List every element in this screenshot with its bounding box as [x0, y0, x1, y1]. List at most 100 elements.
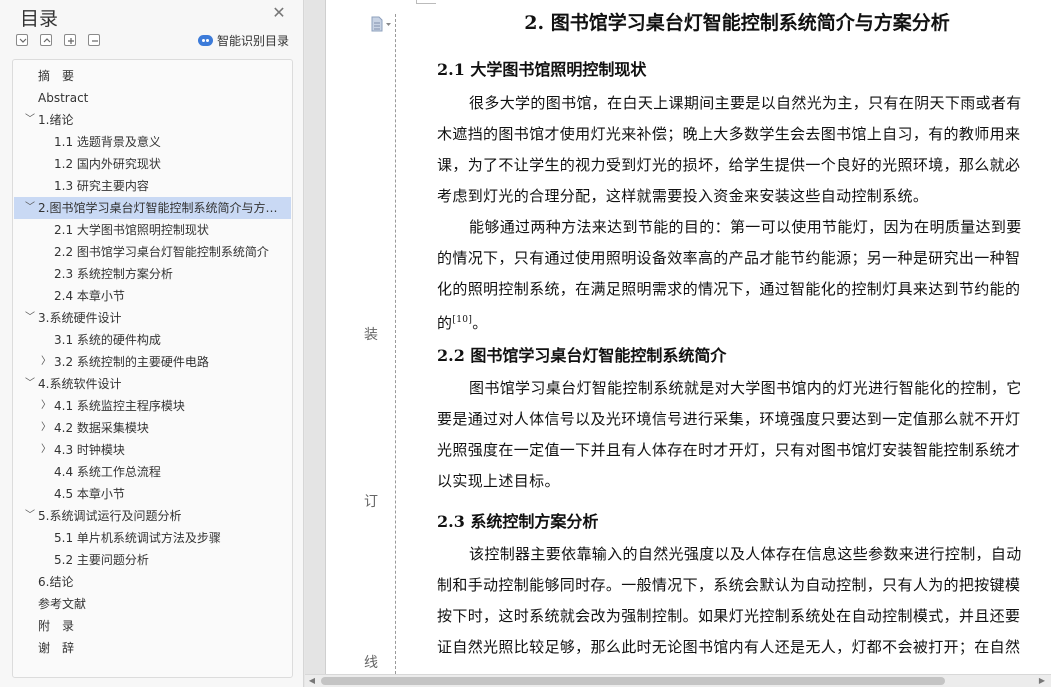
- chevron-down-icon[interactable]: ﹀: [24, 505, 36, 527]
- paragraph-4: 该控制器主要依靠输入的自然光强度以及人体存在信息这些参数来进行控制，自动 制和手…: [437, 539, 1051, 663]
- toc-item[interactable]: ﹀ 5.系统调试运行及问题分析: [14, 505, 291, 527]
- toc-item-label: 4.1 系统监控主程序模块: [54, 399, 185, 413]
- toc-item[interactable]: 附 录: [14, 615, 291, 637]
- toc-item[interactable]: 〉 4.1 系统监控主程序模块: [14, 395, 291, 417]
- toc-item-label: 1.绪论: [38, 113, 74, 127]
- section-heading-2-2: 2.2 图书馆学习桌台灯智能控制系统简介: [437, 346, 727, 365]
- page-corner-mark: [416, 0, 436, 4]
- paragraph-line: 的情况下，只有通过使用照明设备效率高的产品才能节约能源；另一种是研究出一种智: [437, 249, 1021, 267]
- toc-item[interactable]: 2.4 本章小节: [14, 285, 291, 307]
- document-area: 装 订 线 2. 图书馆学习桌台灯智能控制系统简介与方案分析 2.1 大学图书馆…: [305, 0, 1051, 687]
- scroll-right-icon[interactable]: ▶: [1037, 676, 1047, 686]
- paragraph-line: 考虑到灯光的合理分配，这样就需要投入资金来安装这些自动控制系统。: [437, 187, 929, 205]
- toc-item[interactable]: Abstract: [14, 87, 291, 109]
- toc-item[interactable]: 〉 4.2 数据采集模块: [14, 417, 291, 439]
- toc-item-label: 1.2 国内外研究现状: [54, 157, 161, 171]
- toc-item-label: 摘 要: [38, 69, 75, 83]
- paragraph-line: 图书馆学习桌台灯智能控制系统就是对大学图书馆内的灯光进行智能化的控制，它: [469, 379, 1022, 397]
- toc-item[interactable]: 谢 辞: [14, 637, 291, 659]
- paragraph-line: 课，为了不让学生的视力受到灯光的损坏，给学生提供一个良好的光照环境，那么就必: [437, 156, 1021, 174]
- paragraph-line: 证自然光照比较足够，那么此时无论图书馆内有人还是无人，灯都不会被打开；在自然: [437, 638, 1021, 656]
- toc-item-label: 5.2 主要问题分析: [54, 553, 149, 567]
- paragraph-text: 的: [437, 314, 453, 332]
- toc-item-label: 4.2 数据采集模块: [54, 421, 149, 435]
- toc-item-label: 5.1 单片机系统调试方法及步骤: [54, 531, 221, 545]
- toc-item[interactable]: 摘 要: [14, 65, 291, 87]
- chevron-right-icon[interactable]: 〉: [40, 395, 52, 417]
- paragraph-line: 要是通过对人体信号以及光环境信号进行采集，环境强度只要达到一定值那么就不开灯: [437, 410, 1021, 428]
- toc-item-label: 5.系统调试运行及问题分析: [38, 509, 182, 523]
- toc-item-label: 2.4 本章小节: [54, 289, 125, 303]
- toc-item-label: 2.1 大学图书馆照明控制现状: [54, 223, 209, 237]
- paragraph-line: 能够通过两种方法来达到节能的目的：第一可以使用节能灯，因为在明质量达到要: [469, 218, 1022, 236]
- toc-item-label: 6.结论: [38, 575, 74, 589]
- toc-item[interactable]: 1.3 研究主要内容: [14, 175, 291, 197]
- chevron-down-icon[interactable]: ﹀: [24, 197, 36, 219]
- paragraph-3: 图书馆学习桌台灯智能控制系统就是对大学图书馆内的灯光进行智能化的控制，它 要是通…: [437, 373, 1051, 497]
- toc-item[interactable]: 2.3 系统控制方案分析: [14, 263, 291, 285]
- close-icon[interactable]: ✕: [270, 4, 288, 22]
- toc-item-label: 1.1 选题背景及意义: [54, 135, 161, 149]
- paragraph-line: 光照强度在一定值一下并且有人体存在时才开灯，只有对图书馆灯安装智能控制系统才: [437, 441, 1021, 459]
- paragraph-line: 制和手动控制能够同时存。一般情况下，系统会默认为自动控制，只有人为的把按键模: [437, 576, 1021, 594]
- binding-line: [395, 14, 396, 674]
- toc-item[interactable]: 3.1 系统的硬件构成: [14, 329, 291, 351]
- toc-item[interactable]: 2.2 图书馆学习桌台灯智能控制系统简介: [14, 241, 291, 263]
- scrollbar-thumb[interactable]: [321, 677, 945, 685]
- document-outline-icon[interactable]: [370, 16, 394, 32]
- toc-item[interactable]: 〉 3.2 系统控制的主要硬件电路: [14, 351, 291, 373]
- toc-item[interactable]: 5.2 主要问题分析: [14, 549, 291, 571]
- chevron-down-icon[interactable]: ﹀: [24, 109, 36, 131]
- chapter-heading: 2. 图书馆学习桌台灯智能控制系统简介与方案分析: [524, 12, 950, 34]
- remove-heading-icon[interactable]: [88, 34, 100, 46]
- chevron-down-icon[interactable]: ﹀: [24, 373, 36, 395]
- toc-item-label: 4.4 系统工作总流程: [54, 465, 161, 479]
- add-heading-icon[interactable]: [64, 34, 76, 46]
- binding-char-xian: 线: [364, 655, 378, 671]
- toc-item[interactable]: 1.1 选题背景及意义: [14, 131, 291, 153]
- paragraph-line: 以实现上述目标。: [437, 472, 560, 490]
- nav-pane-title: 目录: [20, 8, 59, 30]
- toc-item[interactable]: 参考文献: [14, 593, 291, 615]
- toc-item-label: 4.3 时钟模块: [54, 443, 125, 457]
- toc-item[interactable]: ﹀ 2.图书馆学习桌台灯智能控制系统简介与方案分析: [14, 197, 291, 219]
- toc-item-label: 3.1 系统的硬件构成: [54, 333, 161, 347]
- toc-item[interactable]: ﹀ 3.系统硬件设计: [14, 307, 291, 329]
- toc-item[interactable]: 4.4 系统工作总流程: [14, 461, 291, 483]
- toc-item[interactable]: 4.5 本章小节: [14, 483, 291, 505]
- binding-char-zhuang: 装: [364, 327, 378, 343]
- toc-item-label: 参考文献: [38, 597, 87, 611]
- chevron-right-icon[interactable]: 〉: [40, 439, 52, 461]
- horizontal-scrollbar[interactable]: ◀ ▶: [305, 674, 1051, 687]
- collapse-all-icon[interactable]: [16, 34, 28, 46]
- paragraph-text: 。: [472, 314, 488, 332]
- citation-reference[interactable]: [10]: [452, 315, 472, 325]
- toc-item[interactable]: 〉 4.3 时钟模块: [14, 439, 291, 461]
- expand-all-icon[interactable]: [40, 34, 52, 46]
- chevron-right-icon[interactable]: 〉: [40, 351, 52, 373]
- toc-item-label: 3.2 系统控制的主要硬件电路: [54, 355, 209, 369]
- paragraph-2: 能够通过两种方法来达到节能的目的：第一可以使用节能灯，因为在明质量达到要 的情况…: [437, 212, 1051, 336]
- toc-item-label: 2.图书馆学习桌台灯智能控制系统简介与方案分析: [38, 201, 286, 215]
- toc-item[interactable]: 5.1 单片机系统调试方法及步骤: [14, 527, 291, 549]
- toc-item-label: 2.2 图书馆学习桌台灯智能控制系统简介: [54, 245, 269, 259]
- toc-item-label: 谢 辞: [38, 641, 75, 655]
- toc-item-label: Abstract: [38, 91, 89, 105]
- toc-item[interactable]: 1.2 国内外研究现状: [14, 153, 291, 175]
- binding-char-ding: 订: [364, 494, 378, 510]
- chevron-right-icon[interactable]: 〉: [40, 417, 52, 439]
- scroll-left-icon[interactable]: ◀: [307, 676, 317, 686]
- paragraph-1: 很多大学的图书馆，在白天上课期间主要是以自然光为主，只有在阴天下雨或者有 木遮挡…: [437, 88, 1051, 212]
- toc-item[interactable]: 6.结论: [14, 571, 291, 593]
- toc-item[interactable]: ﹀ 4.系统软件设计: [14, 373, 291, 395]
- paragraph-line: 化的照明控制系统，在满足照明需求的情况下，通过智能化的控制灯具来达到节约能的: [437, 280, 1021, 298]
- smart-toc-icon: [198, 34, 213, 46]
- toc-item[interactable]: ﹀ 1.绪论: [14, 109, 291, 131]
- toc-item-label: 附 录: [38, 619, 75, 633]
- document-page[interactable]: 装 订 线 2. 图书馆学习桌台灯智能控制系统简介与方案分析 2.1 大学图书馆…: [325, 0, 1051, 687]
- smart-toc-button[interactable]: 智能识别目录: [198, 31, 289, 49]
- paragraph-line: 木遮挡的图书馆才使用灯光来补偿；晚上大多数学生会去图书馆上自习，有的教师用来: [437, 125, 1021, 143]
- toc-item-label: 3.系统硬件设计: [38, 311, 122, 325]
- toc-item[interactable]: 2.1 大学图书馆照明控制现状: [14, 219, 291, 241]
- chevron-down-icon[interactable]: ﹀: [24, 307, 36, 329]
